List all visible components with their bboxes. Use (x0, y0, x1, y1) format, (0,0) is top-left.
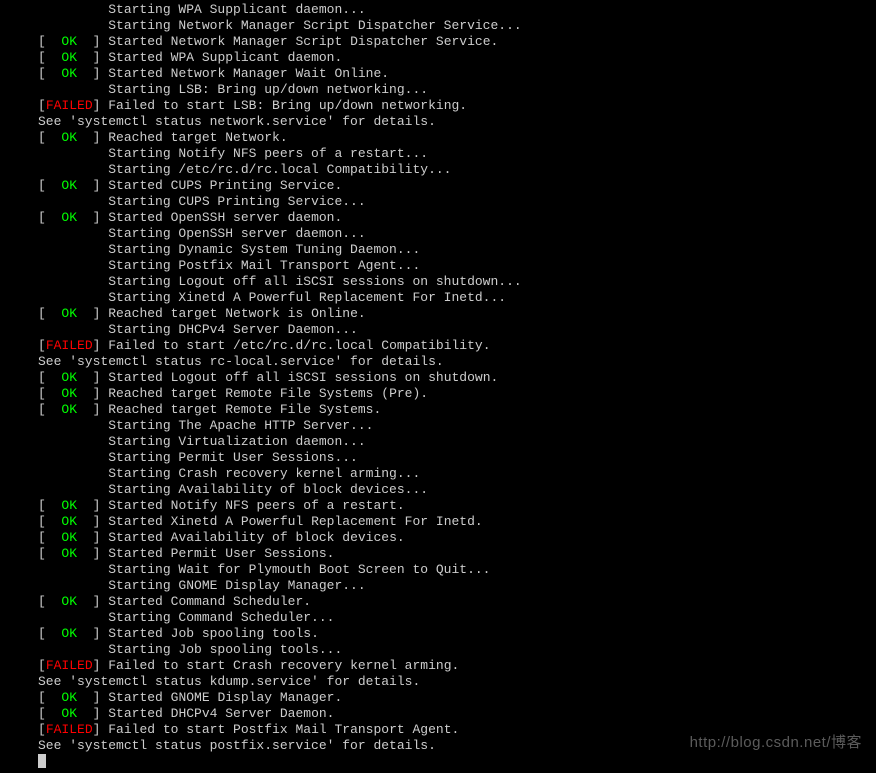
boot-line: Starting /etc/rc.d/rc.local Compatibilit… (38, 162, 876, 178)
status-ok: OK (61, 402, 77, 417)
boot-line: [ OK ] Started DHCPv4 Server Daemon. (38, 706, 876, 722)
boot-line: Starting Xinetd A Powerful Replacement F… (38, 290, 876, 306)
status-ok: OK (61, 34, 77, 49)
status-ok: OK (61, 690, 77, 705)
boot-line: Starting WPA Supplicant daemon... (38, 2, 876, 18)
boot-line: [FAILED] Failed to start LSB: Bring up/d… (38, 98, 876, 114)
status-ok: OK (61, 546, 77, 561)
status-ok: OK (61, 66, 77, 81)
boot-line: Starting DHCPv4 Server Daemon... (38, 322, 876, 338)
boot-line: [ OK ] Started Logout off all iSCSI sess… (38, 370, 876, 386)
boot-line: [ OK ] Reached target Remote File System… (38, 402, 876, 418)
boot-line: [ OK ] Started Network Manager Wait Onli… (38, 66, 876, 82)
boot-line: [FAILED] Failed to start Crash recovery … (38, 658, 876, 674)
boot-line: [ OK ] Started GNOME Display Manager. (38, 690, 876, 706)
boot-line: Starting CUPS Printing Service... (38, 194, 876, 210)
status-ok: OK (61, 370, 77, 385)
boot-line: See 'systemctl status kdump.service' for… (38, 674, 876, 690)
status-failed: FAILED (46, 722, 93, 737)
boot-line: Starting LSB: Bring up/down networking..… (38, 82, 876, 98)
boot-line: Starting Postfix Mail Transport Agent... (38, 258, 876, 274)
cursor (38, 754, 46, 768)
status-ok: OK (61, 594, 77, 609)
boot-line: Starting Dynamic System Tuning Daemon... (38, 242, 876, 258)
boot-line: Starting Wait for Plymouth Boot Screen t… (38, 562, 876, 578)
status-ok: OK (61, 706, 77, 721)
status-ok: OK (61, 130, 77, 145)
boot-line: Starting Logout off all iSCSI sessions o… (38, 274, 876, 290)
boot-line: Starting Notify NFS peers of a restart..… (38, 146, 876, 162)
status-ok: OK (61, 498, 77, 513)
boot-line: [ OK ] Reached target Network. (38, 130, 876, 146)
status-ok: OK (61, 530, 77, 545)
status-ok: OK (61, 386, 77, 401)
boot-line: [ OK ] Started CUPS Printing Service. (38, 178, 876, 194)
boot-line: [ OK ] Started Command Scheduler. (38, 594, 876, 610)
status-failed: FAILED (46, 98, 93, 113)
boot-line: Starting Virtualization daemon... (38, 434, 876, 450)
status-ok: OK (61, 306, 77, 321)
boot-line: Starting Network Manager Script Dispatch… (38, 18, 876, 34)
boot-line: Starting Availability of block devices..… (38, 482, 876, 498)
boot-line: [ OK ] Started OpenSSH server daemon. (38, 210, 876, 226)
terminal-output: Starting WPA Supplicant daemon... Starti… (0, 2, 876, 754)
boot-line: [ OK ] Reached target Network is Online. (38, 306, 876, 322)
status-failed: FAILED (46, 658, 93, 673)
boot-line: [ OK ] Started WPA Supplicant daemon. (38, 50, 876, 66)
status-ok: OK (61, 210, 77, 225)
boot-line: Starting Job spooling tools... (38, 642, 876, 658)
status-ok: OK (61, 50, 77, 65)
boot-line: Starting OpenSSH server daemon... (38, 226, 876, 242)
status-ok: OK (61, 178, 77, 193)
boot-line: [ OK ] Started Permit User Sessions. (38, 546, 876, 562)
boot-line: [ OK ] Started Network Manager Script Di… (38, 34, 876, 50)
boot-line: Starting Command Scheduler... (38, 610, 876, 626)
boot-line: Starting GNOME Display Manager... (38, 578, 876, 594)
status-failed: FAILED (46, 338, 93, 353)
status-ok: OK (61, 514, 77, 529)
boot-line: See 'systemctl status network.service' f… (38, 114, 876, 130)
boot-line: [ OK ] Reached target Remote File System… (38, 386, 876, 402)
boot-line: [ OK ] Started Job spooling tools. (38, 626, 876, 642)
boot-line: Starting The Apache HTTP Server... (38, 418, 876, 434)
status-ok: OK (61, 626, 77, 641)
boot-line: [ OK ] Started Notify NFS peers of a res… (38, 498, 876, 514)
boot-line: [ OK ] Started Xinetd A Powerful Replace… (38, 514, 876, 530)
boot-line: [ OK ] Started Availability of block dev… (38, 530, 876, 546)
boot-line: Starting Crash recovery kernel arming... (38, 466, 876, 482)
watermark: http://blog.csdn.net/博客 (690, 735, 862, 751)
boot-line: [FAILED] Failed to start /etc/rc.d/rc.lo… (38, 338, 876, 354)
boot-line: Starting Permit User Sessions... (38, 450, 876, 466)
boot-line: See 'systemctl status rc-local.service' … (38, 354, 876, 370)
